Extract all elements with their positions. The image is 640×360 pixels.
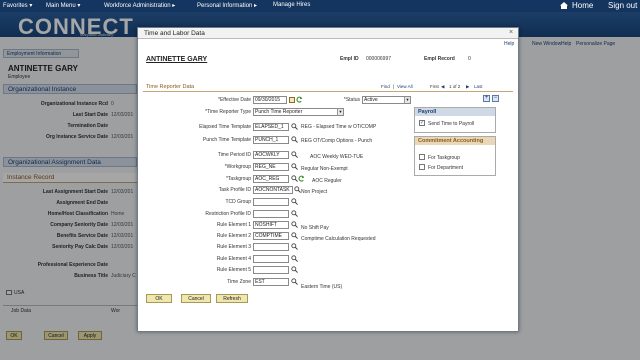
send-time-to-payroll-checkbox[interactable]: ✓ [419, 120, 425, 126]
time-labor-dialog: Time and Labor Data × Help ANTINETTE GAR… [137, 27, 519, 332]
tcd-group-input[interactable] [253, 198, 289, 206]
time-zone-input[interactable]: EST [253, 278, 289, 286]
empl-id-label: Empl ID [340, 56, 359, 62]
payroll-header: Payroll [415, 108, 495, 116]
close-icon[interactable]: × [509, 29, 513, 36]
search-icon[interactable] [291, 266, 298, 273]
search-icon[interactable] [291, 221, 298, 228]
taskgroup-input[interactable]: AOC_REG [253, 175, 289, 183]
rule-element-5-label: Rule Element 5 [216, 267, 251, 273]
menu-manage-hires[interactable]: Manage Hires [273, 2, 310, 8]
search-icon[interactable] [291, 255, 298, 262]
rule-element-2-label: Rule Element 2 [216, 233, 251, 239]
tcd-group-label: TCD Group [225, 199, 251, 205]
last-link[interactable]: Last [474, 84, 483, 89]
rule-element-2-desc: Comptime Calculation Requested [301, 236, 376, 242]
search-icon[interactable] [291, 151, 298, 158]
time-zone-desc: Eastern Time (US) [301, 284, 343, 290]
search-icon[interactable] [291, 243, 298, 250]
status-select[interactable]: Active ▼ [362, 96, 411, 104]
home-link[interactable]: Home [572, 1, 593, 10]
search-icon[interactable] [291, 163, 298, 170]
workgroup-input[interactable]: REG_NE [253, 163, 289, 171]
rule-element-3-input[interactable] [253, 243, 289, 251]
commitment-accounting-box: Commitment Accounting For Taskgroup For … [414, 136, 496, 176]
delete-row-button[interactable]: − [492, 95, 499, 102]
elapsed-template-desc: REG - Elapsed Time w OT/COMP [301, 124, 377, 130]
menu-favorites[interactable]: Favorites ▾ [3, 2, 32, 9]
taskgroup-label: *Taskgroup [225, 176, 251, 182]
rule-element-1-desc: No Shift Pay [301, 225, 329, 231]
ok-button[interactable]: OK [146, 294, 172, 303]
rule-element-4-label: Rule Element 4 [216, 256, 251, 262]
dialog-help-link[interactable]: Help [504, 41, 514, 47]
rule-element-1-label: Rule Element 1 [216, 222, 251, 228]
add-row-button[interactable]: + [483, 95, 490, 102]
rule-element-2-input[interactable]: COMPTIME [253, 232, 289, 240]
menu-main-menu[interactable]: Main Menu ▾ [46, 2, 80, 9]
rule-element-5-input[interactable] [253, 266, 289, 274]
cancel-button[interactable]: Cancel [181, 294, 211, 303]
prev-arrow-icon[interactable]: ◀ [441, 84, 444, 90]
search-icon[interactable] [291, 278, 298, 285]
punch-template-label: Punch Time Template [203, 137, 251, 143]
task-profile-id-label: Task Profile ID [218, 187, 251, 193]
time-reporter-type-label: *Time Reporter Type [205, 109, 251, 115]
menu-personal-information[interactable]: Personal Information ▸ [197, 2, 257, 9]
search-icon[interactable] [291, 232, 298, 239]
task-profile-id-desc: Non Project [301, 189, 328, 195]
search-icon[interactable] [291, 123, 298, 130]
taskgroup-desc: AOC Reguler [312, 178, 342, 184]
find-link[interactable]: Find [381, 84, 390, 89]
first-label: First [430, 84, 439, 89]
status-label: *Status [343, 97, 360, 103]
empl-record-value: 0 [468, 56, 471, 62]
dialog-title: Time and Labor Data [138, 28, 518, 39]
task-profile-id-input[interactable]: AOCNONTASK [253, 186, 293, 194]
search-icon[interactable] [291, 198, 298, 205]
refresh-button[interactable]: Refresh [216, 294, 248, 303]
send-time-to-payroll-label: Send Time to Payroll [428, 121, 475, 127]
effective-date-label: *Effective Date [218, 97, 251, 103]
time-reporter-type-select[interactable]: Punch Time Reporter ▼ [253, 108, 344, 116]
rule-element-3-label: Rule Element 3 [216, 244, 251, 250]
search-icon[interactable] [291, 136, 298, 143]
empl-record-label: Empl Record [424, 56, 455, 62]
pager-text: 1 of 2 [449, 84, 461, 89]
workgroup-desc: Regular Non-Exempt [301, 166, 348, 172]
punch-template-desc: REG OT/Comp Options - Punch [301, 138, 373, 144]
for-taskgroup-checkbox[interactable] [419, 154, 425, 160]
punch-template-input[interactable]: PUNCH_1 [253, 136, 289, 144]
menu-workforce-administration[interactable]: Workforce Administration ▸ [104, 2, 175, 9]
rule-element-1-input[interactable]: NOSHIFT [253, 221, 289, 229]
time-zone-label: Time Zone [227, 279, 251, 285]
restriction-profile-label: Restriction Profile ID [205, 211, 251, 217]
restriction-profile-input[interactable] [253, 210, 289, 218]
commitment-accounting-header: Commitment Accounting [415, 137, 495, 145]
for-department-checkbox[interactable] [419, 164, 425, 170]
dialog-employee-name: ANTINETTE GARY [146, 56, 208, 63]
rule-element-4-input[interactable] [253, 255, 289, 263]
refresh-icon[interactable] [298, 175, 305, 182]
search-icon[interactable] [291, 210, 298, 217]
time-period-id-desc: AOC Weekly WED-TUE [310, 154, 364, 160]
next-arrow-icon[interactable]: ▶ [466, 84, 469, 90]
for-taskgroup-label: For Taskgroup [428, 155, 460, 161]
elapsed-template-input[interactable]: ELAPSED_1 [253, 123, 289, 131]
sign-out-link[interactable]: Sign out [608, 1, 637, 10]
payroll-box: Payroll ✓ Send Time to Payroll [414, 107, 496, 133]
search-icon[interactable] [291, 175, 298, 182]
for-department-label: For Department [428, 165, 464, 171]
empl-id-value: 000006997 [366, 56, 392, 62]
time-period-id-label: Time Period ID [217, 152, 251, 158]
elapsed-template-label: Elapsed Time Template [199, 124, 251, 130]
search-icon[interactable] [294, 186, 301, 193]
top-menu-bar: Favorites ▾ Main Menu ▾ Workforce Admini… [0, 0, 640, 12]
workgroup-label: *Workgroup [224, 164, 251, 170]
time-period-id-input[interactable]: AOCWKLY [253, 151, 289, 159]
view-all-link[interactable]: View All [397, 84, 413, 89]
home-icon[interactable] [560, 2, 568, 9]
